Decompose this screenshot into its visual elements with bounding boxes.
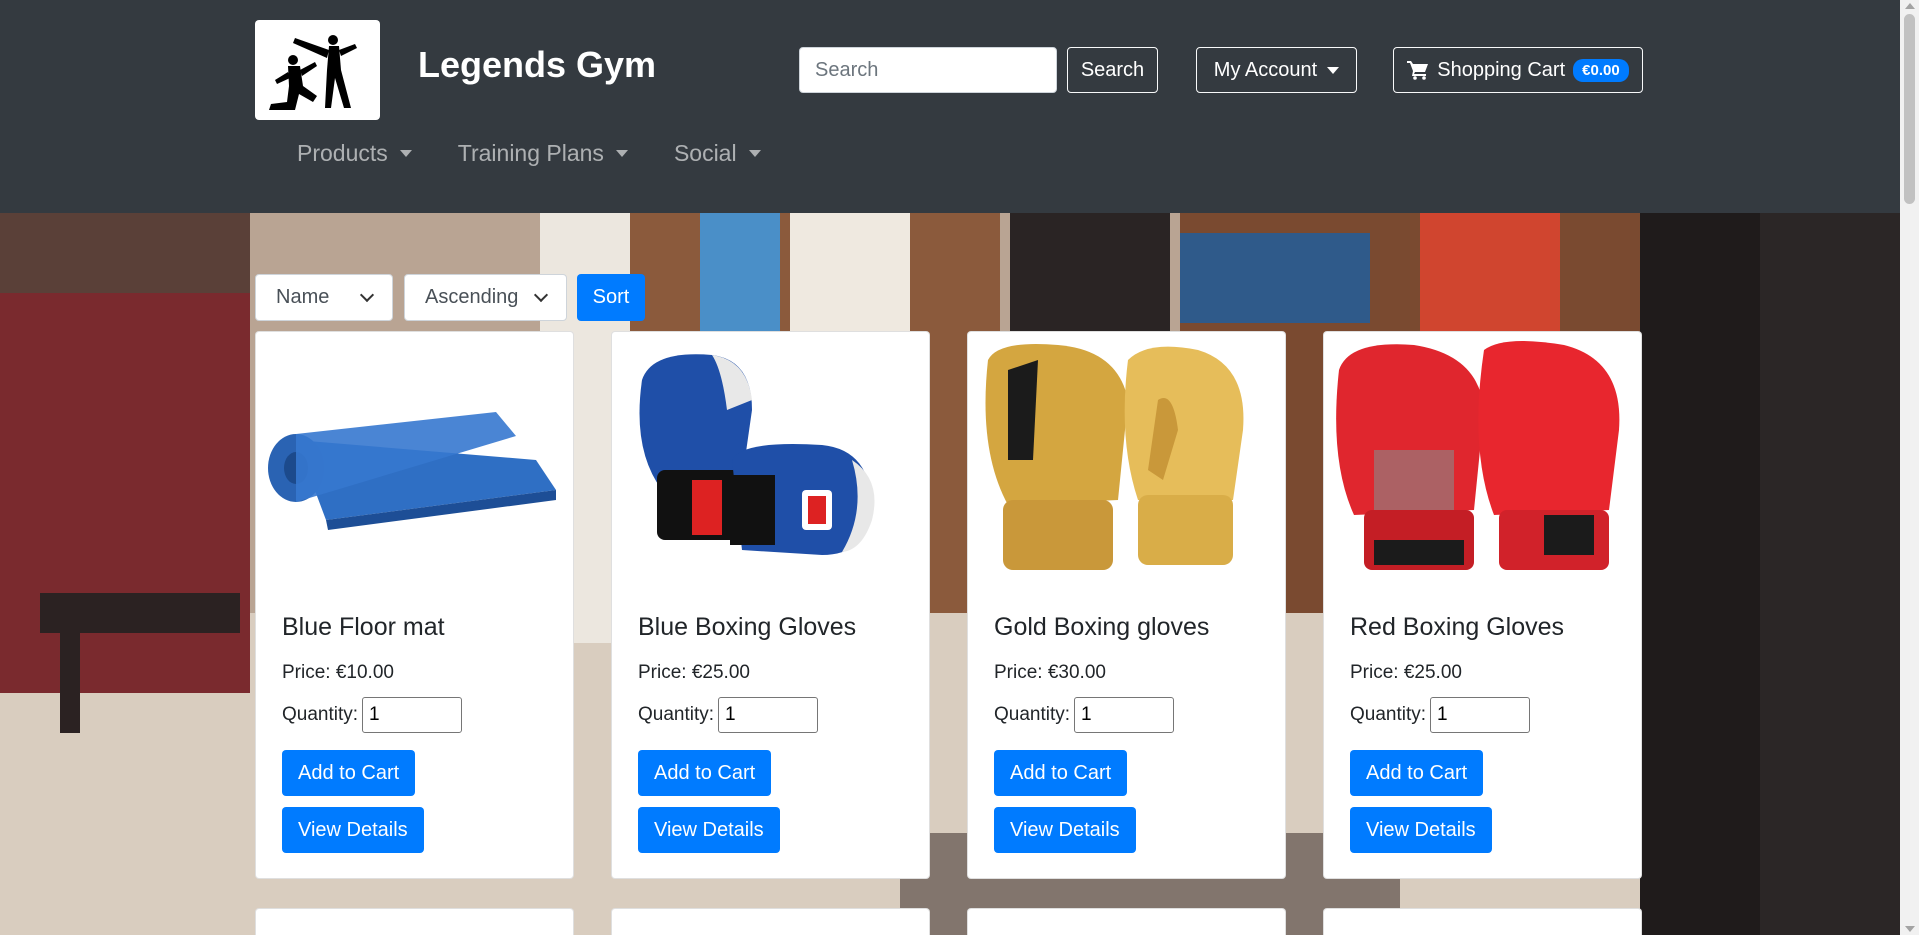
site-brand-title[interactable]: Legends Gym bbox=[418, 44, 656, 86]
sort-field-value: Name bbox=[276, 286, 330, 308]
add-to-cart-button[interactable]: Add to Cart bbox=[994, 750, 1128, 796]
search-input[interactable] bbox=[799, 47, 1057, 93]
nav-social-dropdown[interactable]: Social bbox=[674, 140, 761, 167]
chevron-down-icon bbox=[533, 287, 549, 303]
caret-down-icon bbox=[399, 150, 412, 157]
main-nav: Products Training Plans Social bbox=[297, 140, 761, 167]
product-image-floor-mat[interactable] bbox=[266, 340, 565, 580]
nav-training-plans-label: Training Plans bbox=[457, 140, 604, 166]
shopping-cart-icon bbox=[1407, 61, 1429, 80]
product-card: Gold Boxing gloves Price: €30.00 Quantit… bbox=[967, 331, 1286, 879]
nav-products-dropdown[interactable]: Products bbox=[297, 140, 412, 167]
my-account-label: My Account bbox=[1213, 58, 1318, 81]
add-to-cart-button[interactable]: Add to Cart bbox=[1350, 750, 1484, 796]
view-details-button[interactable]: View Details bbox=[1350, 807, 1492, 853]
nav-products-label: Products bbox=[297, 140, 388, 166]
quantity-row: Quantity: bbox=[1350, 697, 1531, 733]
product-title: Blue Boxing Gloves bbox=[638, 613, 857, 641]
quantity-input[interactable] bbox=[1074, 697, 1175, 733]
cart-total-badge: €0.00 bbox=[1573, 58, 1629, 82]
caret-down-icon bbox=[615, 150, 628, 157]
quantity-label: Quantity: bbox=[1350, 704, 1427, 725]
scrollbar-thumb[interactable] bbox=[1904, 14, 1915, 204]
add-to-cart-button[interactable]: Add to Cart bbox=[638, 750, 772, 796]
quantity-input[interactable] bbox=[362, 697, 463, 733]
search-button[interactable]: Search bbox=[1067, 47, 1158, 93]
product-image-red-gloves[interactable] bbox=[1334, 340, 1633, 580]
quantity-input[interactable] bbox=[718, 697, 819, 733]
product-title: Gold Boxing gloves bbox=[994, 613, 1210, 641]
product-card bbox=[255, 908, 574, 935]
product-image-gold-gloves[interactable] bbox=[978, 340, 1277, 580]
sort-order-select[interactable]: Ascending bbox=[404, 274, 567, 321]
caret-down-icon bbox=[748, 150, 761, 157]
shopping-cart-button[interactable]: Shopping Cart €0.00 bbox=[1393, 47, 1643, 93]
site-logo[interactable] bbox=[255, 20, 380, 120]
site-header: Legends Gym Search My Account Shopping C… bbox=[0, 0, 1900, 213]
nav-training-plans-dropdown[interactable]: Training Plans bbox=[458, 140, 628, 167]
caret-down-icon bbox=[1327, 66, 1340, 74]
product-card: Blue Floor mat Price: €10.00 Quantity: A… bbox=[255, 331, 574, 879]
product-card bbox=[611, 908, 930, 935]
view-details-button[interactable]: View Details bbox=[282, 807, 424, 853]
quantity-label: Quantity: bbox=[638, 704, 715, 725]
product-price: Price: €25.00 bbox=[638, 662, 750, 683]
product-title: Red Boxing Gloves bbox=[1350, 613, 1565, 641]
product-card: Red Boxing Gloves Price: €25.00 Quantity… bbox=[1323, 331, 1642, 879]
sort-field-select[interactable]: Name bbox=[255, 274, 393, 321]
product-card bbox=[1323, 908, 1642, 935]
quantity-row: Quantity: bbox=[994, 697, 1175, 733]
product-image-blue-gloves[interactable] bbox=[622, 340, 921, 580]
add-to-cart-button[interactable]: Add to Cart bbox=[282, 750, 416, 796]
product-price: Price: €30.00 bbox=[994, 662, 1106, 683]
product-card: Blue Boxing Gloves Price: €25.00 Quantit… bbox=[611, 331, 930, 879]
quantity-label: Quantity: bbox=[282, 704, 359, 725]
product-price: Price: €10.00 bbox=[282, 662, 394, 683]
quantity-label: Quantity: bbox=[994, 704, 1071, 725]
product-price: Price: €25.00 bbox=[1350, 662, 1462, 683]
quantity-row: Quantity: bbox=[282, 697, 463, 733]
quantity-row: Quantity: bbox=[638, 697, 819, 733]
scroll-down-arrow-icon[interactable] bbox=[1905, 926, 1915, 932]
quantity-input[interactable] bbox=[1430, 697, 1531, 733]
page-scrollbar[interactable] bbox=[1900, 0, 1919, 935]
product-title: Blue Floor mat bbox=[282, 613, 445, 641]
sort-button[interactable]: Sort bbox=[577, 274, 645, 321]
scroll-up-arrow-icon[interactable] bbox=[1905, 3, 1915, 9]
chevron-down-icon bbox=[359, 287, 375, 303]
shopping-cart-label: Shopping Cart bbox=[1437, 58, 1566, 81]
my-account-dropdown[interactable]: My Account bbox=[1196, 47, 1357, 93]
view-details-button[interactable]: View Details bbox=[638, 807, 780, 853]
product-card bbox=[967, 908, 1286, 935]
view-details-button[interactable]: View Details bbox=[994, 807, 1136, 853]
sort-order-value: Ascending bbox=[425, 286, 519, 308]
nav-social-label: Social bbox=[673, 140, 737, 166]
